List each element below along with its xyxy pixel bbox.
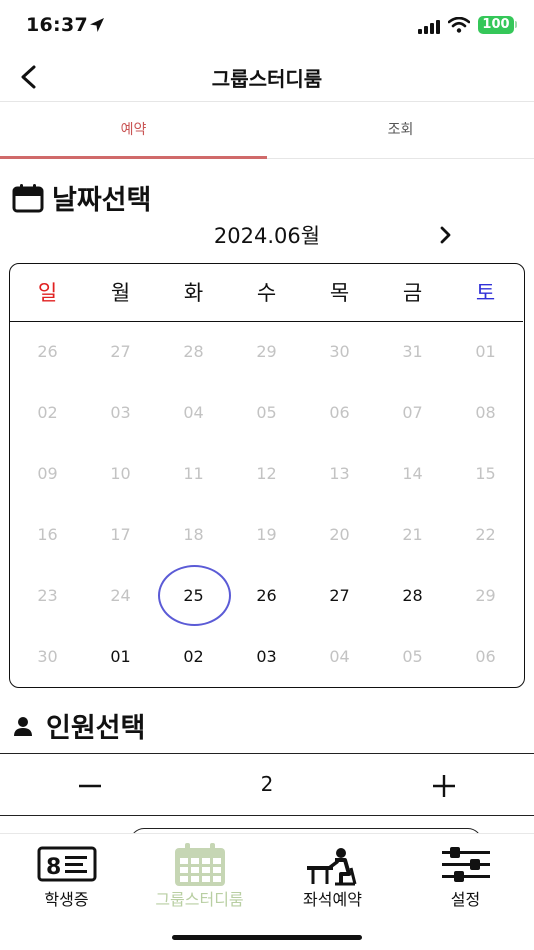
calendar-day[interactable]: 27 [303, 576, 376, 616]
home-indicator [172, 935, 362, 940]
people-section-title: 인원선택 [12, 706, 145, 745]
status-time: 16:37 [26, 14, 88, 36]
calendar-day: 07 [402, 403, 423, 422]
calendar-day[interactable]: 28 [376, 576, 449, 616]
tab-reservation[interactable]: 예약 [0, 103, 267, 159]
calendar-day: 19 [256, 525, 277, 544]
calendar-day: 28 [183, 342, 204, 361]
nav-settings-label: 설정 [450, 890, 481, 909]
calendar-day[interactable]: 02 [157, 637, 230, 677]
calendar-day: 13 [329, 464, 350, 483]
calendar-icon [174, 843, 225, 886]
calendar-grid: 일월화수목금토 26 27 28 29 30 31 01 02 03 04 05 06 07 08 09 10… [9, 263, 525, 688]
bottom-nav: 8 학생증 그룹스터디룸 좌석예약 설정 [0, 833, 534, 950]
calendar-day: 04 [183, 403, 204, 422]
nav-settings[interactable]: 설정 [399, 834, 532, 914]
calendar-day: 30 [329, 342, 350, 361]
calendar-day[interactable]: 01 [84, 637, 157, 677]
calendar-day: 31 [402, 342, 423, 361]
calendar-day: 29 [475, 586, 496, 605]
calendar-day: 12 [256, 464, 277, 483]
nav-header: 그룹스터디룸 [0, 52, 534, 102]
calendar-day: 26 [37, 342, 58, 361]
date-section-label: 날짜선택 [52, 185, 152, 216]
weekday-wed: 수 [256, 281, 277, 305]
weekday-tue: 화 [183, 281, 204, 305]
increment-button[interactable] [424, 766, 464, 806]
battery-tip [515, 21, 517, 28]
calendar-day: 20 [329, 525, 350, 544]
nav-student-id[interactable]: 8 학생증 [0, 834, 133, 914]
weekday-fri: 금 [402, 281, 423, 305]
calendar-day: 16 [37, 525, 58, 544]
calendar-day: 18 [183, 525, 204, 544]
date-section-title: 날짜선택 [12, 178, 151, 217]
settings-sliders-icon [441, 847, 490, 882]
nav-seat-reservation[interactable]: 좌석예약 [266, 834, 399, 914]
nav-group-study-room[interactable]: 그룹스터디룸 [133, 834, 266, 914]
calendar-day: 27 [110, 342, 131, 361]
svg-text:8: 8 [46, 855, 61, 880]
calendar-icon [12, 183, 44, 212]
person-icon [14, 716, 32, 736]
weekday-header: 일월화수목금토 [10, 264, 523, 322]
calendar-day: 04 [329, 647, 350, 666]
people-section-label: 인원선택 [46, 713, 146, 744]
weekday-sun: 일 [37, 281, 58, 305]
calendar-day: 11 [183, 464, 204, 483]
calendar-day: 05 [256, 403, 277, 422]
page-title: 그룹스터디룸 [211, 67, 323, 91]
calendar-day: 06 [329, 403, 350, 422]
calendar-day: 30 [37, 647, 58, 666]
chevron-right-icon [440, 226, 451, 244]
calendar-day: 15 [475, 464, 496, 483]
calendar-day: 21 [402, 525, 423, 544]
battery-indicator: 100 [478, 16, 514, 34]
calendar-day: 29 [256, 342, 277, 361]
calendar-day: 14 [402, 464, 423, 483]
nav-group-study-room-label: 그룹스터디룸 [155, 890, 244, 909]
calendar-day: 09 [37, 464, 58, 483]
tab-bar: 예약 조회 [0, 103, 534, 159]
seat-study-icon [306, 848, 356, 886]
calendar-day: 02 [37, 403, 58, 422]
calendar-day: 24 [110, 586, 131, 605]
calendar-day: 22 [475, 525, 496, 544]
tab-active-indicator [0, 156, 267, 159]
nav-student-id-label: 학생증 [44, 890, 89, 909]
calendar-day: 05 [402, 647, 423, 666]
people-stepper: 2 [0, 753, 534, 816]
calendar-day: 08 [475, 403, 496, 422]
weekday-sat: 토 [475, 281, 496, 305]
calendar-day[interactable]: 25 [157, 576, 230, 616]
calendar-day: 06 [475, 647, 496, 666]
student-id-icon: 8 [37, 846, 96, 882]
calendar-day: 03 [110, 403, 131, 422]
calendar-day: 23 [37, 586, 58, 605]
calendar-day: 17 [110, 525, 131, 544]
month-selector: 2024.06월 [0, 218, 534, 252]
next-month-button[interactable] [434, 222, 458, 248]
nav-seat-reservation-label: 좌석예약 [303, 890, 362, 909]
cellular-signal-icon [418, 19, 442, 38]
tab-lookup[interactable]: 조회 [267, 103, 534, 159]
location-arrow-icon [88, 16, 106, 38]
calendar-day: 01 [475, 342, 496, 361]
plus-icon [433, 775, 455, 797]
calendar-day[interactable]: 26 [230, 576, 303, 616]
status-bar: 16:37 100 [0, 0, 534, 52]
weekday-thu: 목 [329, 281, 350, 305]
calendar-day: 10 [110, 464, 131, 483]
calendar-day[interactable]: 03 [230, 637, 303, 677]
weekday-mon: 월 [110, 281, 131, 305]
wifi-icon [447, 16, 471, 37]
